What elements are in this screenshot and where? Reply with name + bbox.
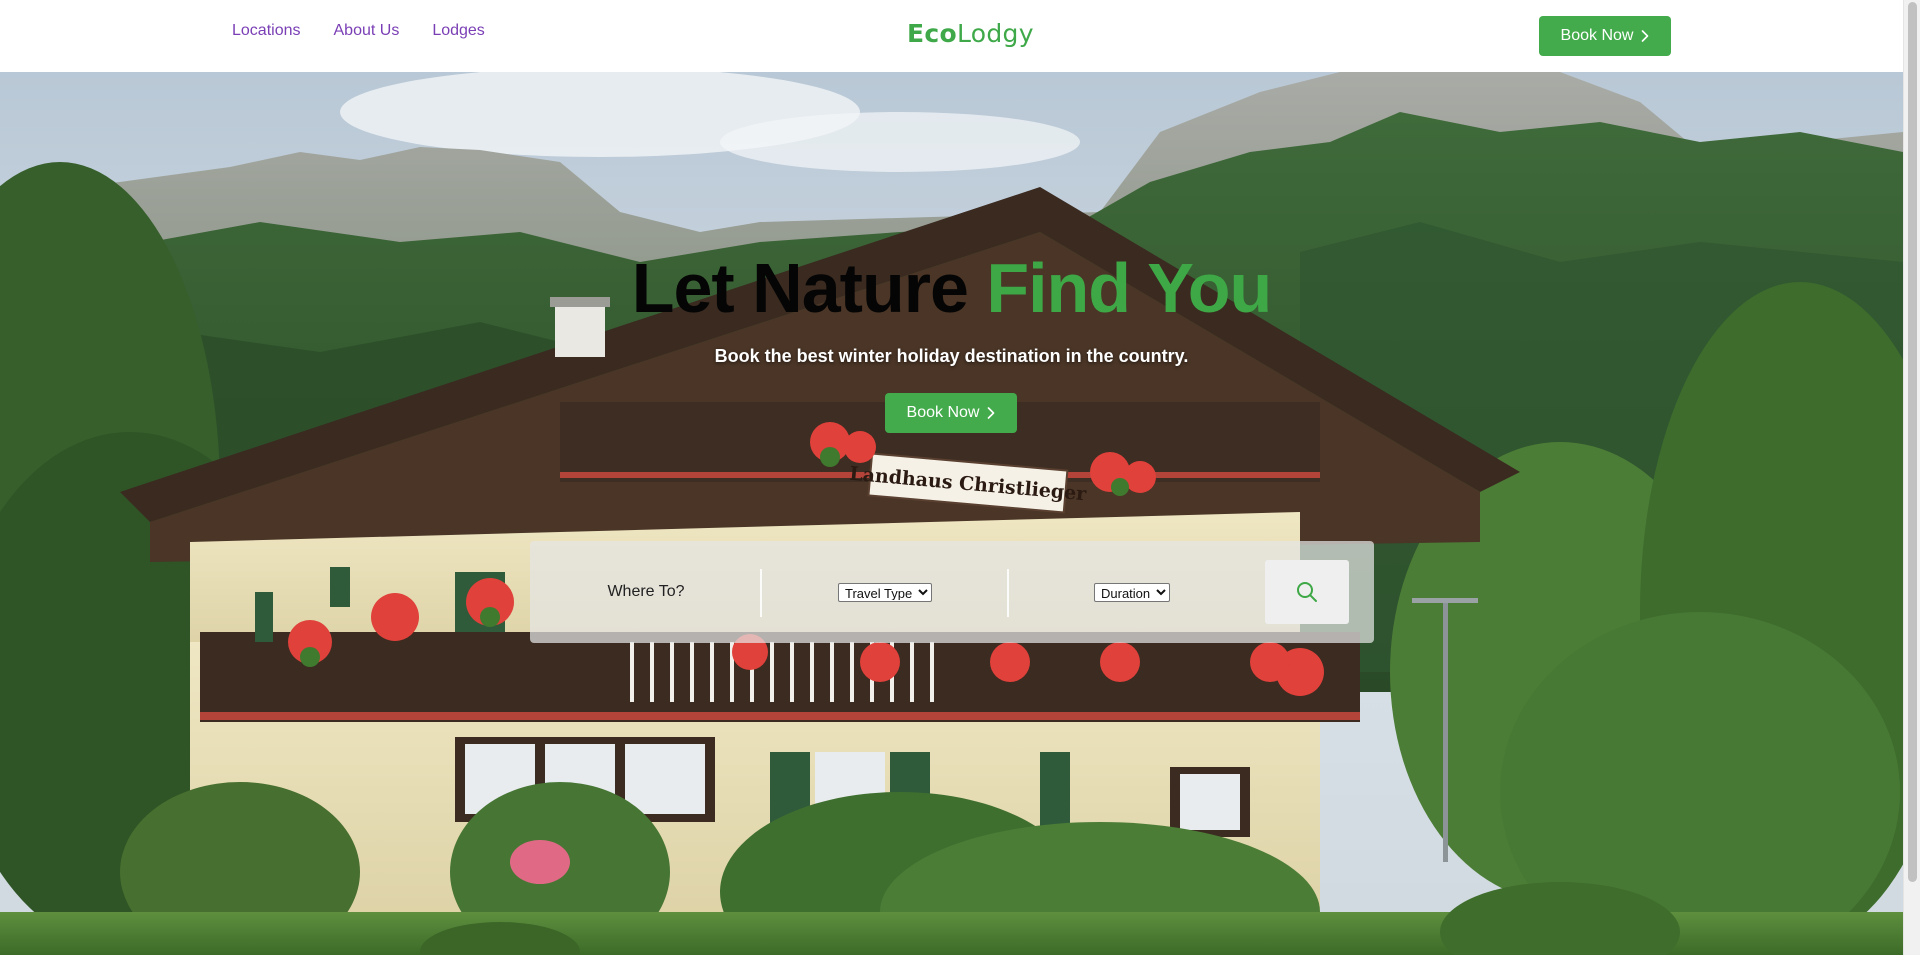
- search-panel: Where To? Travel Type Duration: [530, 541, 1374, 643]
- nav-link-locations[interactable]: Locations: [232, 22, 301, 40]
- where-to-field[interactable]: Where To?: [530, 541, 762, 643]
- brand-logo[interactable]: EcoLodgy: [907, 19, 1034, 48]
- main-nav: Locations About Us Lodges: [232, 22, 485, 40]
- search-button[interactable]: [1265, 560, 1349, 624]
- hero-book-now-button[interactable]: Book Now: [885, 393, 1017, 433]
- top-header: Locations About Us Lodges EcoLodgy Book …: [0, 0, 1903, 72]
- hero-title-green: Find You: [986, 249, 1272, 327]
- header-book-now-button[interactable]: Book Now: [1539, 16, 1671, 56]
- travel-type-select[interactable]: Travel Type: [838, 582, 932, 602]
- hero-background-image: Landhaus Christlieger: [0, 72, 1903, 955]
- chevron-right-icon: [1642, 30, 1649, 42]
- duration-wrap: Duration: [1009, 541, 1255, 643]
- hero-title-dark: Let Nature: [631, 249, 969, 327]
- duration-select[interactable]: Duration: [1094, 582, 1170, 602]
- hero-section: Landhaus Christlieger Let Nature Find Yo…: [0, 72, 1903, 955]
- hero-book-now-label: Book Now: [906, 404, 980, 421]
- hero-subtitle: Book the best winter holiday destination…: [714, 346, 1189, 366]
- nav-link-lodges[interactable]: Lodges: [432, 22, 485, 40]
- chevron-right-icon: [988, 407, 995, 419]
- hero-title: Let Nature Find You: [0, 248, 1903, 328]
- page-scrollbar[interactable]: [1903, 0, 1920, 955]
- scrollbar-thumb[interactable]: [1908, 2, 1917, 882]
- logo-bold-part: Eco: [907, 19, 957, 48]
- header-book-now-label: Book Now: [1560, 27, 1634, 44]
- search-icon: [1297, 582, 1317, 602]
- travel-type-wrap: Travel Type: [762, 541, 1008, 643]
- logo-light-part: Lodgy: [956, 19, 1034, 48]
- nav-link-about-us[interactable]: About Us: [334, 22, 400, 40]
